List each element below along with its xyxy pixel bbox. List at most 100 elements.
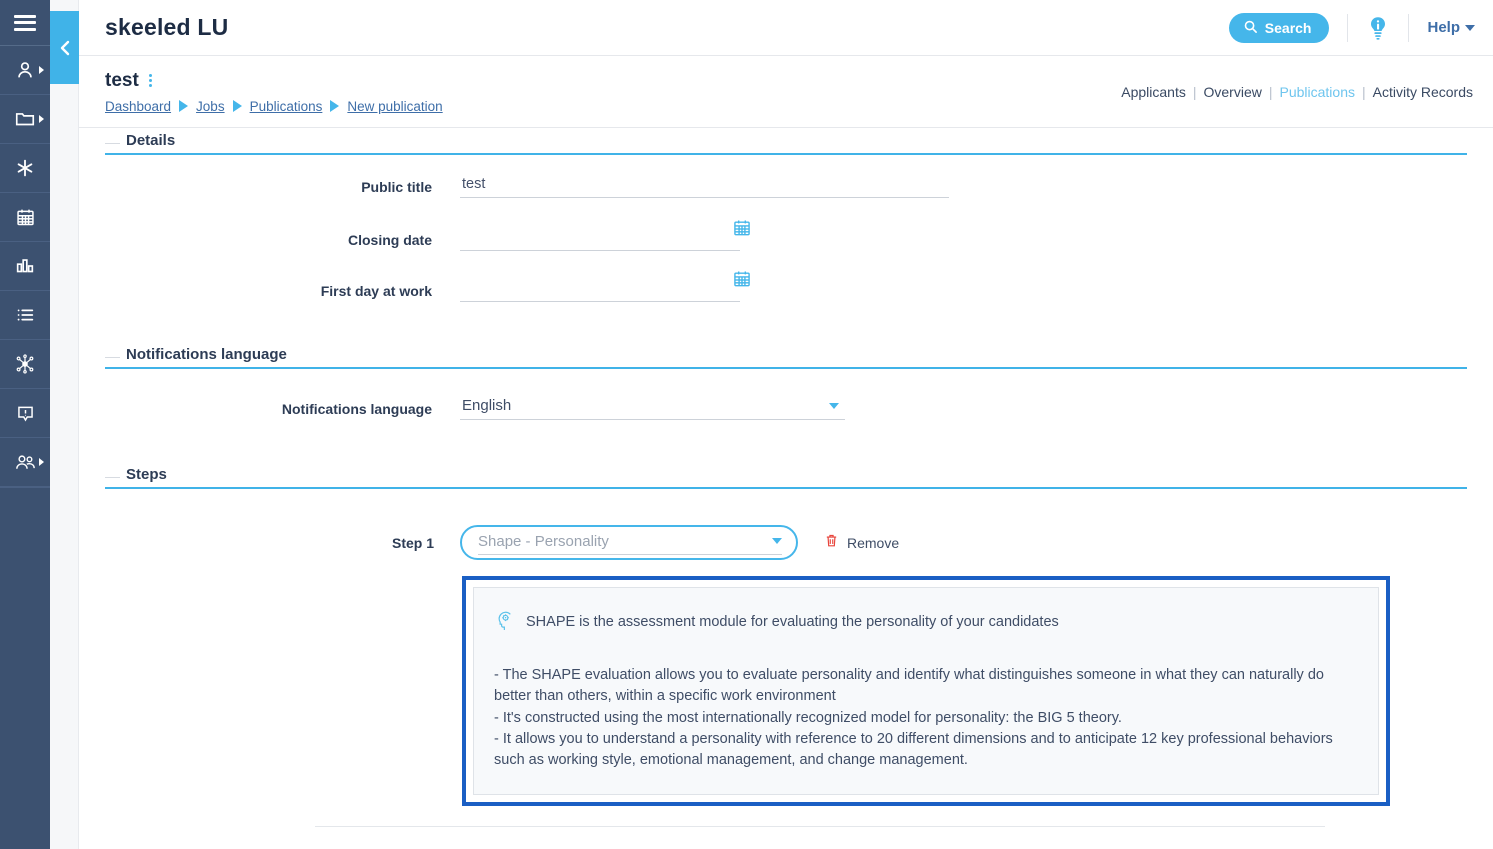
chevron-right-icon — [39, 458, 44, 466]
notifications-language-label: Notifications language — [281, 401, 432, 417]
closing-date-label: Closing date — [347, 232, 432, 248]
notifications-language-row: Notifications language English — [105, 395, 1467, 420]
step-1-info-body: - The SHAPE evaluation allows you to eva… — [494, 665, 1354, 772]
sidebar-item-reports[interactable] — [0, 242, 50, 291]
calendar-icon — [15, 207, 36, 228]
chevron-down-icon — [1465, 24, 1475, 31]
step-1-info-heading-row: SHAPE is the assessment module for evalu… — [494, 610, 1354, 639]
closing-date-input[interactable] — [460, 226, 740, 251]
help-menu-button[interactable]: Help — [1427, 19, 1475, 36]
step-1-row: Step 1 Shape - Personality Remove — [105, 525, 1467, 560]
breadcrumb-item-new-publication[interactable]: New publication — [347, 99, 442, 114]
page-title-row: test — [105, 70, 443, 92]
user-icon — [14, 59, 36, 81]
search-button[interactable]: Search — [1228, 12, 1330, 43]
steps-section-title: Steps — [126, 466, 167, 483]
sidebar-item-calendar[interactable] — [0, 193, 50, 242]
divider — [1347, 13, 1349, 42]
search-icon — [1243, 19, 1258, 37]
section-underline — [105, 487, 1467, 489]
remove-step-button[interactable]: Remove — [824, 532, 899, 554]
sidebar-rail — [0, 0, 50, 849]
closing-date-field — [460, 220, 750, 251]
step-1-label: Step 1 — [391, 534, 434, 551]
notifications-language-select[interactable]: English — [460, 395, 845, 420]
chevron-down-icon — [829, 402, 839, 409]
first-day-label: First day at work — [320, 283, 432, 299]
rule-lead — [105, 143, 120, 144]
notifications-language-section: Notifications language Notifications lan… — [105, 342, 1467, 420]
sidebar-item-workflow[interactable] — [0, 340, 50, 389]
chevron-right-icon — [232, 100, 242, 112]
sidebar-item-list[interactable] — [0, 291, 50, 340]
public-title-label: Public title — [361, 179, 432, 195]
subnav-item-overview[interactable]: Overview — [1204, 84, 1262, 100]
divider — [1408, 13, 1410, 42]
notifications-section-title: Notifications language — [126, 346, 287, 363]
public-title-input[interactable] — [460, 173, 949, 198]
sidebar-item-asterisk[interactable] — [0, 144, 50, 193]
calendar-icon[interactable] — [732, 269, 752, 294]
remove-step-label: Remove — [847, 534, 900, 551]
step-1-select-value: Shape - Personality — [478, 532, 609, 550]
sidebar-item-users[interactable] — [0, 46, 50, 95]
section-underline — [105, 153, 1467, 155]
head-brain-icon — [494, 610, 516, 639]
top-bar: skeeled LU Search Help — [79, 0, 1493, 56]
subnav-item-activity-records[interactable]: Activity Records — [1373, 84, 1473, 100]
kebab-menu-icon[interactable] — [146, 72, 155, 89]
sidebar-filler — [0, 487, 50, 849]
hamburger-menu-button[interactable] — [0, 0, 50, 46]
publication-form: Details Public title Closing date — [79, 128, 1493, 849]
lightbulb-info-icon[interactable] — [1366, 15, 1390, 41]
sidebar-item-folders[interactable] — [0, 95, 50, 144]
first-day-input[interactable] — [460, 277, 740, 302]
step-1-info-line: - It allows you to understand a personal… — [494, 730, 1333, 769]
step-1-info-panel: SHAPE is the assessment module for evalu… — [462, 576, 1390, 806]
sidebar-item-teams[interactable] — [0, 438, 50, 487]
chevron-left-icon — [58, 38, 72, 58]
subnav-item-publications[interactable]: Publications — [1280, 84, 1356, 100]
chevron-down-icon — [772, 538, 782, 544]
subnav-item-applicants[interactable]: Applicants — [1121, 84, 1186, 100]
brand-title: skeeled LU — [105, 14, 229, 40]
step-1-info-line: - It's constructed using the most intern… — [494, 709, 1122, 726]
subnav-separator: | — [1268, 83, 1273, 100]
public-title-row: Public title — [105, 173, 1467, 198]
public-title-field — [460, 173, 949, 198]
details-section-title: Details — [126, 132, 176, 149]
details-section: Details Public title Closing date — [105, 128, 1467, 302]
breadcrumb-item-dashboard[interactable]: Dashboard — [105, 99, 171, 114]
chevron-right-icon — [39, 66, 44, 74]
rule-lead — [105, 357, 120, 358]
help-label: Help — [1427, 19, 1460, 36]
chevron-right-icon — [330, 100, 340, 112]
calendar-icon[interactable] — [732, 218, 752, 243]
search-button-label: Search — [1264, 19, 1312, 36]
chevron-right-icon — [179, 100, 189, 112]
steps-section-header: Steps — [105, 462, 1467, 487]
list-icon — [14, 304, 36, 326]
notifications-language-value: English — [462, 397, 512, 414]
breadcrumb-item-publications[interactable]: Publications — [250, 99, 323, 114]
folder-icon — [14, 108, 36, 130]
hamburger-menu-icon — [14, 14, 36, 31]
trash-icon — [824, 532, 839, 554]
steps-section: Steps Step 1 Shape - Personality Remove … — [105, 462, 1467, 849]
subnav-separator: | — [1362, 83, 1366, 100]
step-1-info-inner: SHAPE is the assessment module for evalu… — [473, 587, 1379, 795]
breadcrumb-item-jobs[interactable]: Jobs — [196, 99, 225, 114]
step-1-select[interactable]: Shape - Personality — [460, 525, 798, 560]
notifications-section-header: Notifications language — [105, 342, 1467, 367]
details-section-header: Details — [105, 128, 1467, 153]
closing-date-row: Closing date — [105, 220, 1467, 251]
network-nodes-icon — [14, 353, 36, 375]
section-underline — [105, 367, 1467, 369]
sidebar-collapse-button[interactable] — [50, 11, 79, 84]
alert-speech-icon — [15, 403, 36, 424]
sidebar-item-alerts[interactable] — [0, 389, 50, 438]
sidebar-gutter — [50, 0, 79, 849]
step-1-select-inner: Shape - Personality — [478, 530, 782, 555]
breadcrumb-bar: test Dashboard Jobs Publications New pub… — [79, 56, 1493, 128]
app-root: skeeled LU Search Help test Dashboard Jo… — [0, 0, 1493, 849]
